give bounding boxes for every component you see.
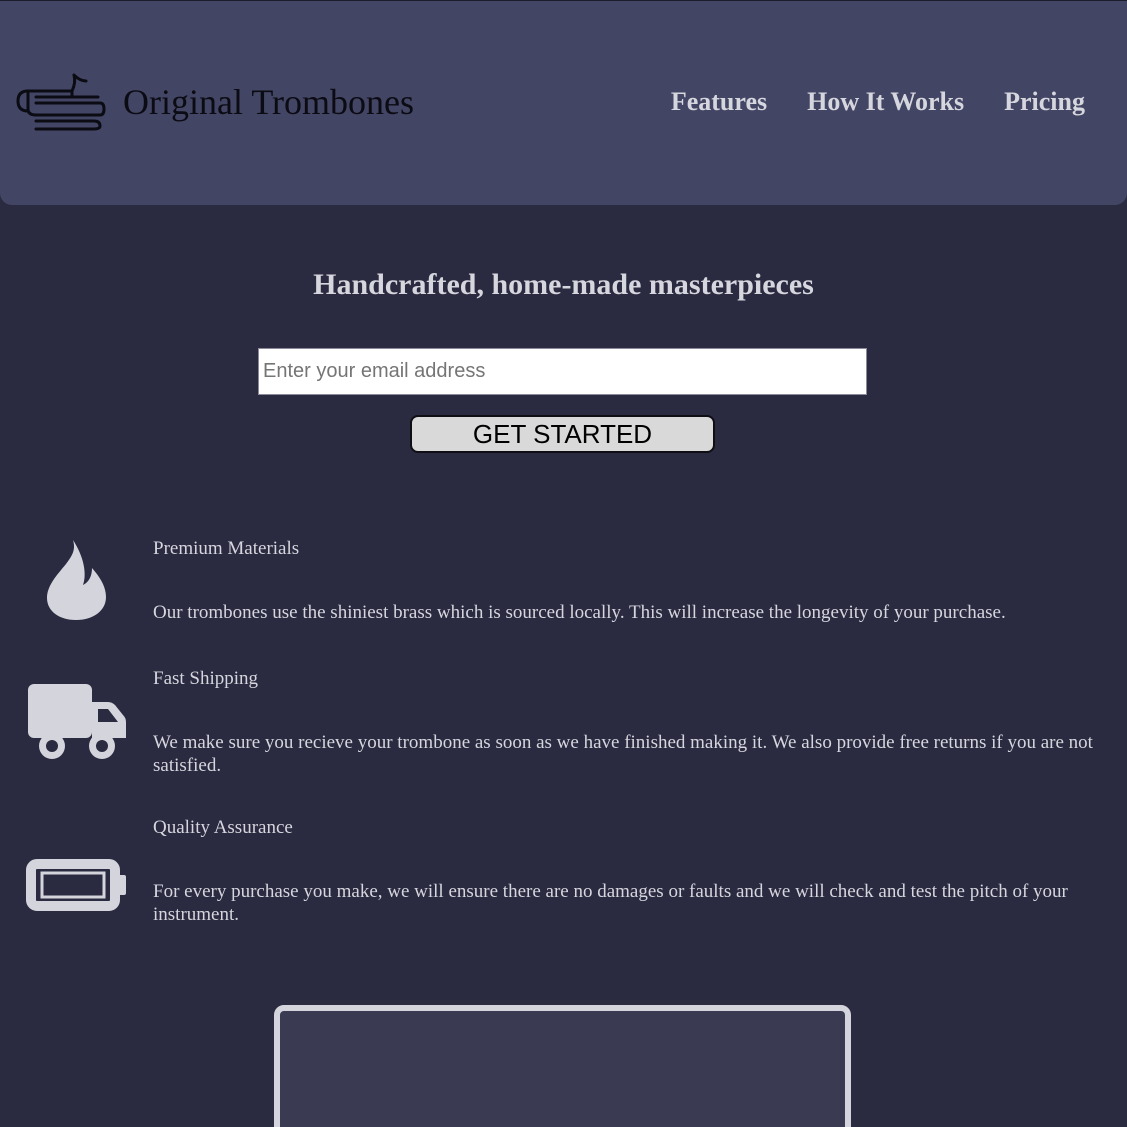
hero-title: Handcrafted, home-made masterpieces [313,268,814,301]
page: Original Trombones Features How It Works… [0,0,1127,1127]
get-started-button[interactable]: GET STARTED [410,415,715,453]
brand-name[interactable]: Original Trombones [123,81,414,123]
feature-title: Fast Shipping [153,668,259,689]
feature-description: Our trombones use the shiniest brass whi… [153,602,1006,623]
feature-description: We make sure you recieve your trombone a… [153,732,1093,776]
site-header: Original Trombones Features How It Works… [0,0,1127,205]
feature-title: Quality Assurance [153,817,293,838]
battery-icon [26,859,126,911]
main-nav: Features How It Works Pricing [671,87,1085,117]
email-input[interactable] [258,348,867,395]
nav-link-how-it-works[interactable]: How It Works [807,87,964,117]
truck-icon [28,684,126,759]
video-frame[interactable] [274,1005,851,1127]
feature-title: Premium Materials [153,538,300,559]
nav-link-features[interactable]: Features [671,87,767,117]
nav-link-pricing[interactable]: Pricing [1004,87,1085,117]
trombone-icon[interactable] [14,71,106,131]
feature-description: For every purchase you make, we will ens… [153,881,1068,925]
fire-icon [47,540,106,620]
